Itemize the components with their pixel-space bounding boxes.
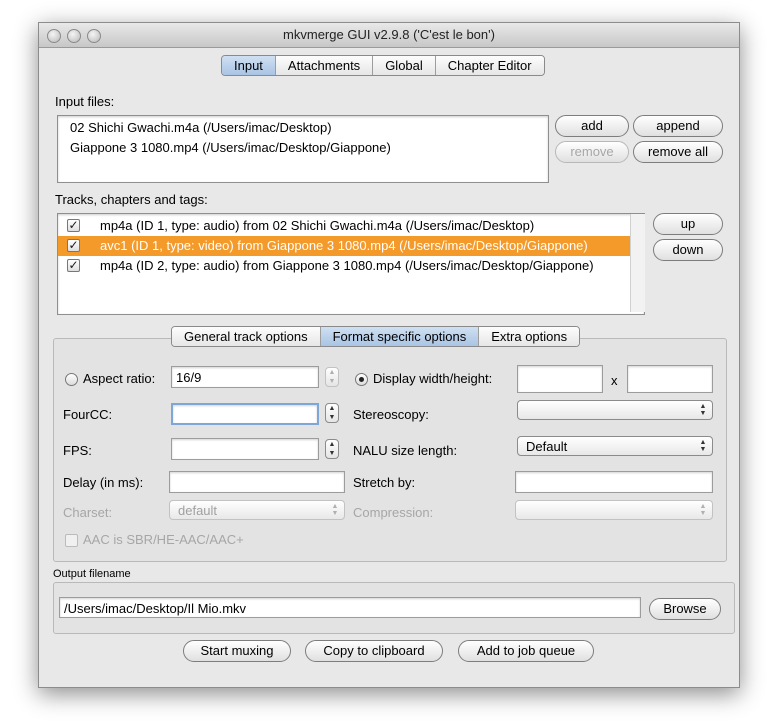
down-button[interactable]: down — [653, 239, 723, 261]
chevron-updown-icon: ▲ ▼ — [699, 503, 707, 517]
add-button[interactable]: add — [555, 115, 629, 137]
nalu-size-label: NALU size length: — [353, 443, 458, 458]
tab-global[interactable]: Global — [373, 56, 436, 75]
delay-input[interactable] — [169, 471, 345, 493]
stretch-by-label: Stretch by: — [353, 475, 416, 490]
track-label: mp4a (ID 2, type: audio) from Giappone 3… — [100, 258, 594, 273]
stereoscopy-select[interactable]: ▲ ▼ — [517, 400, 713, 420]
fourcc-label: FourCC: — [63, 407, 113, 422]
tracks-label: Tracks, chapters and tags: — [55, 192, 208, 207]
tracks-list[interactable]: ✓ mp4a (ID 1, type: audio) from 02 Shich… — [57, 213, 645, 315]
track-options-tab-bar: General track options Format specific op… — [171, 326, 581, 347]
browse-button[interactable]: Browse — [649, 598, 721, 620]
charset-label: Charset: — [63, 505, 113, 520]
up-button[interactable]: up — [653, 213, 723, 235]
main-tab-bar: Input Attachments Global Chapter Editor — [221, 55, 545, 76]
display-height-input[interactable] — [627, 365, 713, 393]
window-title: mkvmerge GUI v2.9.8 ('C'est le bon') — [283, 27, 495, 42]
nalu-size-select[interactable]: Default ▲ ▼ — [517, 436, 713, 456]
times-label: x — [611, 373, 618, 388]
aspect-ratio-stepper[interactable]: ▲ ▼ — [325, 367, 339, 387]
fourcc-input[interactable] — [171, 403, 319, 425]
tab-extra-options[interactable]: Extra options — [479, 327, 580, 346]
display-width-height-radio[interactable] — [355, 373, 368, 386]
display-width-height-label: Display width/height: — [373, 371, 493, 386]
track-checkbox[interactable]: ✓ — [67, 239, 80, 252]
output-filename-label: Output filename — [53, 568, 131, 580]
chevron-updown-icon: ▲ ▼ — [331, 503, 339, 517]
input-files-label: Input files: — [55, 94, 115, 109]
app-window: mkvmerge GUI v2.9.8 ('C'est le bon') Inp… — [38, 22, 740, 688]
stretch-by-input[interactable] — [515, 471, 713, 493]
fps-dropdown-arrows[interactable]: ▲ ▼ — [325, 439, 339, 459]
remove-button[interactable]: remove — [555, 141, 629, 163]
aspect-ratio-label: Aspect ratio: — [83, 371, 156, 386]
charset-select[interactable]: default ▲ ▼ — [169, 500, 345, 520]
aac-sbr-checkbox[interactable] — [65, 534, 78, 547]
copy-to-clipboard-button[interactable]: Copy to clipboard — [305, 640, 443, 662]
aspect-ratio-input[interactable]: 16/9 — [171, 366, 319, 388]
tab-input[interactable]: Input — [222, 56, 276, 75]
fps-input[interactable] — [171, 438, 319, 460]
chevron-updown-icon: ▲ ▼ — [699, 439, 707, 453]
delay-label: Delay (in ms): — [63, 475, 144, 490]
track-checkbox[interactable]: ✓ — [67, 259, 80, 272]
input-file-item[interactable]: 02 Shichi Gwachi.m4a (/Users/imac/Deskto… — [70, 120, 332, 135]
chevron-updown-icon: ▲ ▼ — [699, 403, 707, 417]
append-button[interactable]: append — [633, 115, 723, 137]
aspect-ratio-radio[interactable] — [65, 373, 78, 386]
track-row[interactable]: ✓ mp4a (ID 1, type: audio) from 02 Shich… — [58, 216, 630, 236]
fps-label: FPS: — [63, 443, 92, 458]
stereoscopy-label: Stereoscopy: — [353, 407, 429, 422]
tab-chapter-editor[interactable]: Chapter Editor — [435, 56, 544, 75]
compression-label: Compression: — [353, 505, 434, 520]
remove-all-button[interactable]: remove all — [633, 141, 723, 163]
start-muxing-button[interactable]: Start muxing — [183, 640, 291, 662]
track-checkbox[interactable]: ✓ — [67, 219, 80, 232]
compression-select[interactable]: ▲ ▼ — [515, 500, 713, 520]
tab-general-track-options[interactable]: General track options — [172, 327, 321, 346]
nalu-size-value: Default — [526, 439, 568, 454]
output-filename-input[interactable]: /Users/imac/Desktop/Il Mio.mkv — [59, 597, 641, 618]
aac-sbr-label: AAC is SBR/HE-AAC/AAC+ — [83, 532, 244, 547]
track-row-selected[interactable]: ✓ avc1 (ID 1, type: video) from Giappone… — [58, 236, 630, 256]
input-files-list[interactable]: 02 Shichi Gwachi.m4a (/Users/imac/Deskto… — [57, 115, 549, 183]
track-label: mp4a (ID 1, type: audio) from 02 Shichi … — [100, 218, 535, 233]
tab-attachments[interactable]: Attachments — [275, 56, 374, 75]
input-file-item[interactable]: Giappone 3 1080.mp4 (/Users/imac/Desktop… — [70, 140, 391, 155]
fourcc-dropdown-arrows[interactable]: ▲ ▼ — [325, 403, 339, 423]
track-label: avc1 (ID 1, type: video) from Giappone 3… — [100, 238, 588, 253]
tab-format-specific-options[interactable]: Format specific options — [320, 327, 480, 346]
track-row[interactable]: ✓ mp4a (ID 2, type: audio) from Giappone… — [58, 256, 630, 276]
charset-value: default — [178, 503, 218, 518]
tracks-scrollbar[interactable] — [630, 214, 645, 312]
display-width-input[interactable] — [517, 365, 603, 393]
add-to-job-queue-button[interactable]: Add to job queue — [458, 640, 594, 662]
title-bar: mkvmerge GUI v2.9.8 ('C'est le bon') — [39, 23, 739, 48]
